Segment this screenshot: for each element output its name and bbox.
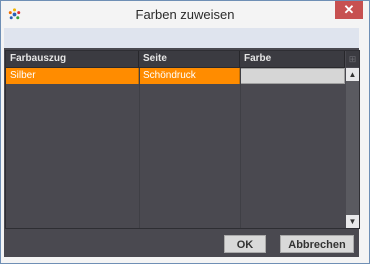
title-bar: Farben zuweisen ✕ bbox=[1, 1, 369, 28]
cell-farbe[interactable] bbox=[240, 68, 345, 84]
cell-seite[interactable]: Schöndruck bbox=[139, 68, 240, 84]
table-row[interactable]: Silber Schöndruck bbox=[6, 68, 345, 84]
scroll-down-icon[interactable]: ▼ bbox=[346, 215, 359, 228]
column-header-seite[interactable]: Seite bbox=[139, 51, 240, 67]
close-icon: ✕ bbox=[343, 2, 355, 17]
column-header-farbauszug[interactable]: Farbauszug bbox=[6, 51, 139, 67]
toolbar-strip bbox=[4, 28, 359, 48]
ok-button[interactable]: OK bbox=[224, 235, 266, 253]
cancel-button[interactable]: Abbrechen bbox=[280, 235, 354, 253]
cell-farbauszug[interactable]: Silber bbox=[6, 68, 139, 84]
dialog-content: Farbauszug Seite Farbe ⊞ Silber Schöndru… bbox=[4, 28, 360, 257]
window-title: Farben zuweisen bbox=[135, 7, 235, 22]
column-divider bbox=[240, 68, 241, 228]
scroll-up-icon[interactable]: ▲ bbox=[346, 68, 359, 81]
color-assignment-table: Farbauszug Seite Farbe ⊞ Silber Schöndru… bbox=[5, 50, 360, 229]
table-corner-icon: ⊞ bbox=[346, 51, 359, 67]
dialog-window: Farben zuweisen ✕ Farbauszug Seite Farbe… bbox=[0, 0, 370, 264]
column-header-farbe[interactable]: Farbe bbox=[240, 51, 345, 67]
table-header: Farbauszug Seite Farbe bbox=[6, 51, 345, 68]
column-divider bbox=[139, 68, 140, 228]
vertical-scrollbar[interactable]: ▲ ▼ bbox=[346, 68, 359, 228]
close-button[interactable]: ✕ bbox=[335, 1, 363, 19]
